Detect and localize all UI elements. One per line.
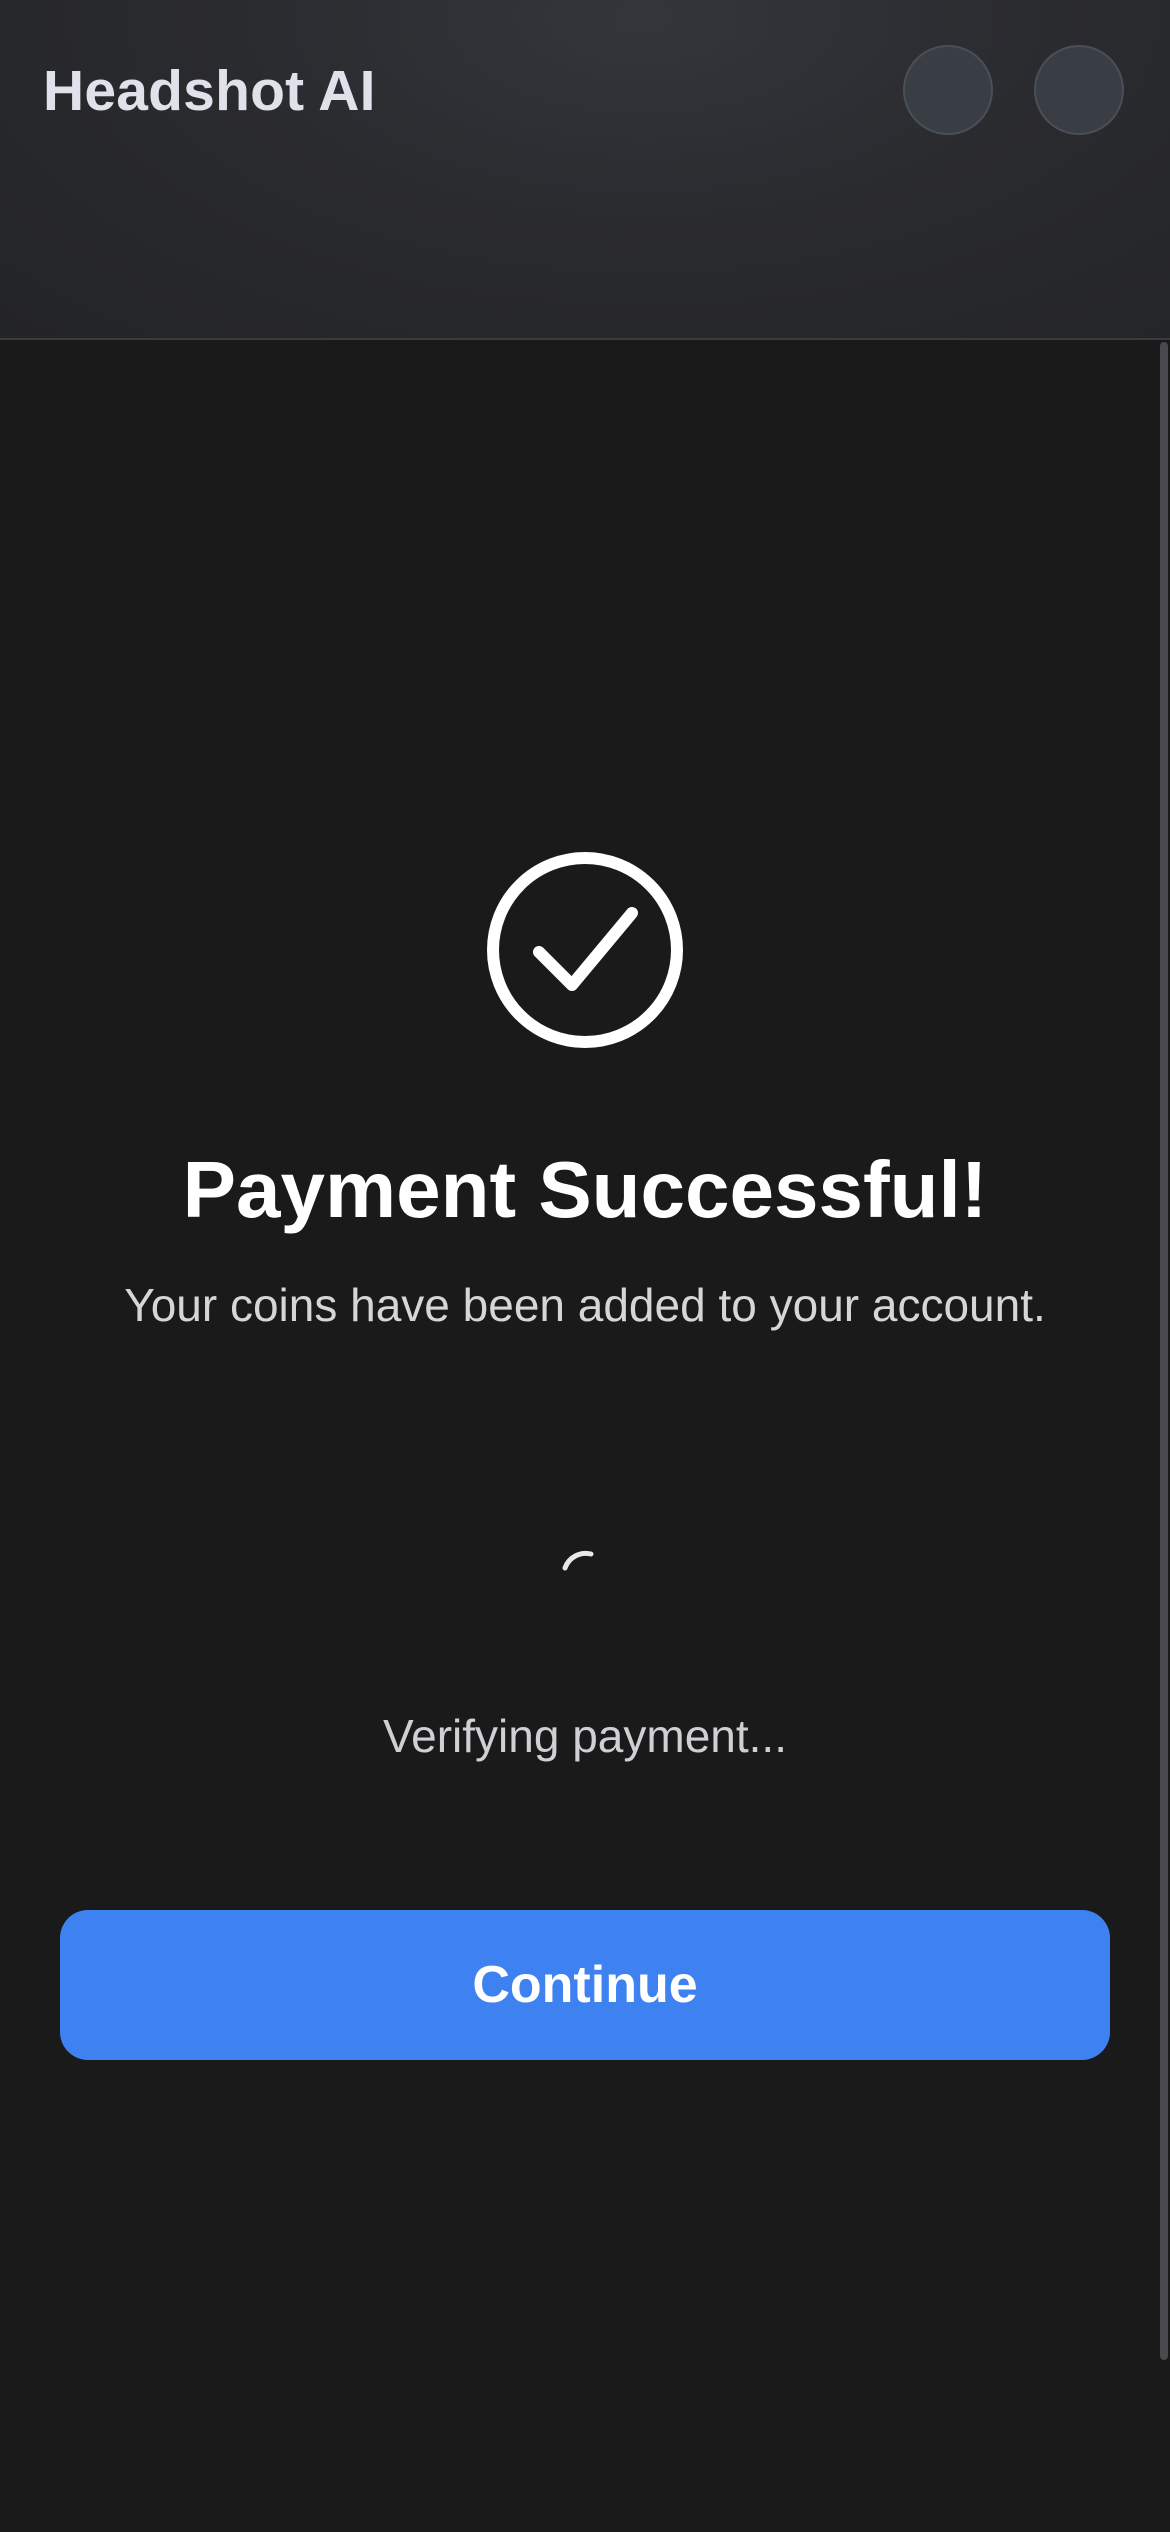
payment-success-subtitle: Your coins have been added to your accou… [124, 1279, 1046, 1331]
payment-success-title: Payment Successful! [182, 1145, 988, 1234]
app-title: Headshot AI [43, 59, 376, 123]
continue-button[interactable]: Continue [60, 1910, 1110, 2060]
header-action-button-1[interactable] [903, 45, 993, 135]
header-action-button-2[interactable] [1034, 45, 1124, 135]
scrollbar[interactable] [1160, 342, 1168, 2360]
check-circle-icon [487, 852, 683, 1048]
verifying-status-text: Verifying payment... [383, 1710, 787, 1762]
app-header: Headshot AI [0, 0, 1170, 340]
spinner-icon [562, 1550, 594, 1571]
